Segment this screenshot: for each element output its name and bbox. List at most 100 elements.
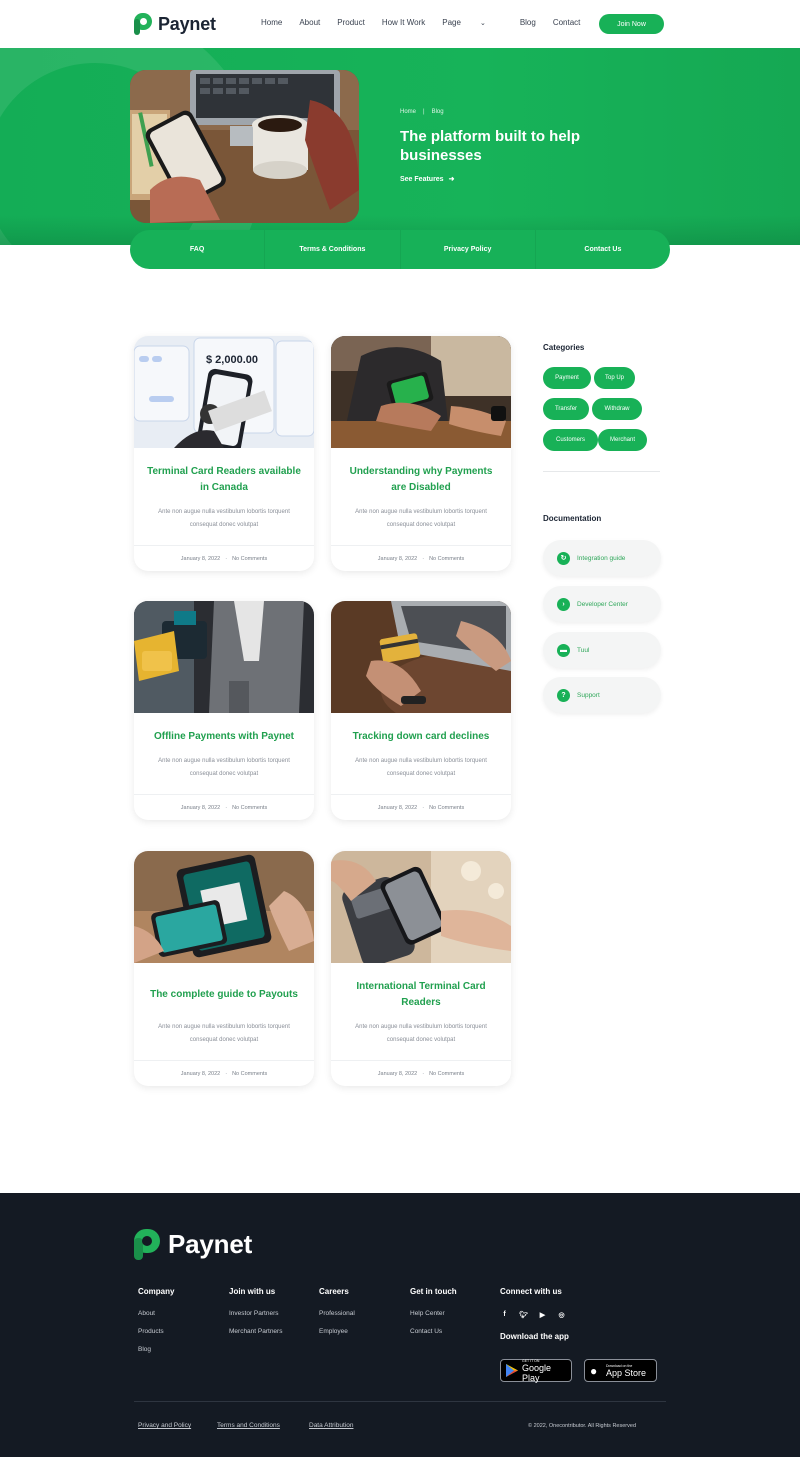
category-chip-merchant[interactable]: Merchant — [598, 429, 647, 451]
post-date: January 8, 2022 — [180, 804, 221, 811]
copyright-text: © 2022, Onecontributor. All Rights Reser… — [528, 1423, 636, 1429]
toolbox-icon: ▬ — [557, 643, 570, 657]
footer-link-about[interactable]: About — [138, 1310, 174, 1317]
help-icon: ? — [557, 688, 570, 702]
meta-dot: · — [422, 1070, 425, 1077]
breadcrumb-separator: | — [423, 109, 425, 115]
privacy-policy-link[interactable]: Privacy and Policy — [138, 1422, 191, 1429]
blog-card-image — [134, 851, 314, 963]
category-chip-payment[interactable]: Payment — [543, 367, 591, 389]
blog-card[interactable]: The complete guide to Payouts Ante non a… — [134, 851, 314, 1086]
blog-card[interactable]: Offline Payments with Paynet Ante non au… — [134, 601, 314, 820]
youtube-icon[interactable]: ▶ — [538, 1310, 547, 1319]
tab-terms[interactable]: Terms & Conditions — [265, 230, 401, 269]
footer-link-blog[interactable]: Blog — [138, 1346, 174, 1353]
footer-link-investor-partners[interactable]: Investor Partners — [229, 1310, 282, 1317]
blog-card-meta: January 8, 2022 · No Comments — [331, 545, 511, 571]
blog-card-excerpt: Ante non augue nulla vestibulum lobortis… — [355, 1024, 487, 1043]
blog-card-meta: January 8, 2022 · No Comments — [134, 1060, 314, 1086]
footer-column-connect: Connect with us f 🐦︎ ▶ ◎ Download the ap… — [500, 1287, 569, 1355]
blog-card[interactable]: Understanding why Payments are Disabled … — [331, 336, 511, 571]
nav-blog[interactable]: Blog — [520, 18, 536, 27]
category-chip-transfer[interactable]: Transfer — [543, 398, 589, 420]
blog-card-image — [331, 336, 511, 448]
doc-link-integration-guide[interactable]: ↻ Integration guide — [543, 540, 661, 576]
google-play-button[interactable]: GET IT ON Google Play — [500, 1359, 572, 1383]
terms-link[interactable]: Terms and Conditions — [217, 1422, 280, 1429]
nav-product[interactable]: Product — [337, 18, 365, 27]
join-now-button[interactable]: Join Now — [599, 14, 664, 34]
footer-link-help-center[interactable]: Help Center — [410, 1310, 457, 1317]
nav-about[interactable]: About — [299, 18, 320, 27]
doc-label: Tuul — [577, 646, 590, 654]
post-comments[interactable]: No Comments — [429, 1071, 464, 1077]
blog-card-image: $ 2,000.00 — [134, 336, 314, 448]
category-chip-top-up[interactable]: Top Up — [594, 367, 635, 389]
blog-card-meta: January 8, 2022 · No Comments — [331, 794, 511, 820]
post-date: January 8, 2022 — [377, 1070, 418, 1077]
see-features-link[interactable]: See Features ➜ — [400, 175, 454, 184]
meta-dot: · — [422, 555, 425, 562]
nav-contact[interactable]: Contact — [553, 18, 581, 27]
facebook-icon[interactable]: f — [500, 1310, 509, 1319]
doc-link-tuul[interactable]: ▬ Tuul — [543, 632, 661, 668]
blog-card-title[interactable]: Offline Payments with Paynet — [134, 729, 314, 745]
nav-home[interactable]: Home — [261, 18, 282, 27]
tab-faq[interactable]: FAQ — [130, 230, 266, 269]
footer-divider — [134, 1401, 666, 1402]
post-date: January 8, 2022 — [180, 555, 221, 562]
sidebar-divider — [543, 471, 660, 472]
see-features-label: See Features — [400, 175, 444, 183]
post-comments[interactable]: No Comments — [232, 805, 267, 811]
footer-link-merchant-partners[interactable]: Merchant Partners — [229, 1328, 282, 1335]
category-chip-withdraw[interactable]: Withdraw — [592, 398, 642, 420]
hero-image — [130, 70, 359, 223]
post-comments[interactable]: No Comments — [429, 556, 464, 562]
app-store-button[interactable]: ● Download on the App Store — [584, 1359, 657, 1382]
blog-card-image — [331, 601, 511, 713]
blog-card-title[interactable]: International Terminal Card Readers — [331, 979, 511, 1011]
footer-column-title: Careers — [319, 1287, 349, 1296]
post-comments[interactable]: No Comments — [232, 556, 267, 562]
google-play-icon — [506, 1364, 518, 1377]
blog-card[interactable]: Tracking down card declines Ante non aug… — [331, 601, 511, 820]
nav-how-it-work[interactable]: How It Work — [382, 18, 425, 27]
nav-page[interactable]: Page ⌄ — [442, 18, 503, 27]
app-store-big: App Store — [606, 1367, 647, 1378]
main-menu: Home About Product How It Work Page ⌄ Blo… — [261, 18, 597, 27]
blog-card-title[interactable]: Terminal Card Readers available in Canad… — [134, 464, 314, 496]
data-attribution-link[interactable]: Data Attribution — [309, 1422, 353, 1429]
footer-column-careers: Careers Professional Employee — [319, 1287, 355, 1346]
category-chip-customers[interactable]: Customers — [543, 429, 598, 451]
footer-link-employee[interactable]: Employee — [319, 1328, 355, 1335]
footer-link-contact-us[interactable]: Contact Us — [410, 1328, 457, 1335]
tab-privacy[interactable]: Privacy Policy — [401, 230, 536, 269]
instagram-icon[interactable]: ◎ — [557, 1310, 566, 1319]
blog-card-title[interactable]: The complete guide to Payouts — [134, 979, 314, 1011]
meta-dot: · — [225, 1070, 228, 1077]
twitter-icon[interactable]: 🐦︎ — [519, 1310, 528, 1319]
post-date: January 8, 2022 — [377, 555, 418, 562]
meta-dot: · — [225, 555, 228, 562]
blog-card-image — [134, 601, 314, 713]
footer-link-professional[interactable]: Professional — [319, 1310, 355, 1317]
doc-link-developer-center[interactable]: › Developer Center — [543, 586, 661, 622]
footer-logo[interactable]: Paynet — [134, 1229, 252, 1260]
footer-column-title: Join with us — [229, 1287, 276, 1296]
blog-card-title[interactable]: Understanding why Payments are Disabled — [331, 464, 511, 496]
brand-logo[interactable]: Paynet — [134, 13, 216, 35]
post-comments[interactable]: No Comments — [232, 1071, 267, 1077]
post-date: January 8, 2022 — [180, 1070, 221, 1077]
blog-card-title[interactable]: Tracking down card declines — [331, 729, 511, 745]
footer-link-products[interactable]: Products — [138, 1328, 174, 1335]
blog-card-excerpt: Ante non augue nulla vestibulum lobortis… — [158, 1024, 290, 1043]
blog-card[interactable]: International Terminal Card Readers Ante… — [331, 851, 511, 1086]
breadcrumb-home[interactable]: Home — [400, 109, 416, 115]
post-comments[interactable]: No Comments — [429, 805, 464, 811]
blog-card-excerpt: Ante non augue nulla vestibulum lobortis… — [158, 509, 290, 528]
doc-link-support[interactable]: ? Support — [543, 677, 661, 713]
blog-card-image — [331, 851, 511, 963]
tab-contact[interactable]: Contact Us — [536, 230, 670, 269]
download-app-heading: Download the app — [500, 1332, 569, 1341]
blog-card[interactable]: $ 2,000.00 Terminal Card Readers availab… — [134, 336, 314, 571]
